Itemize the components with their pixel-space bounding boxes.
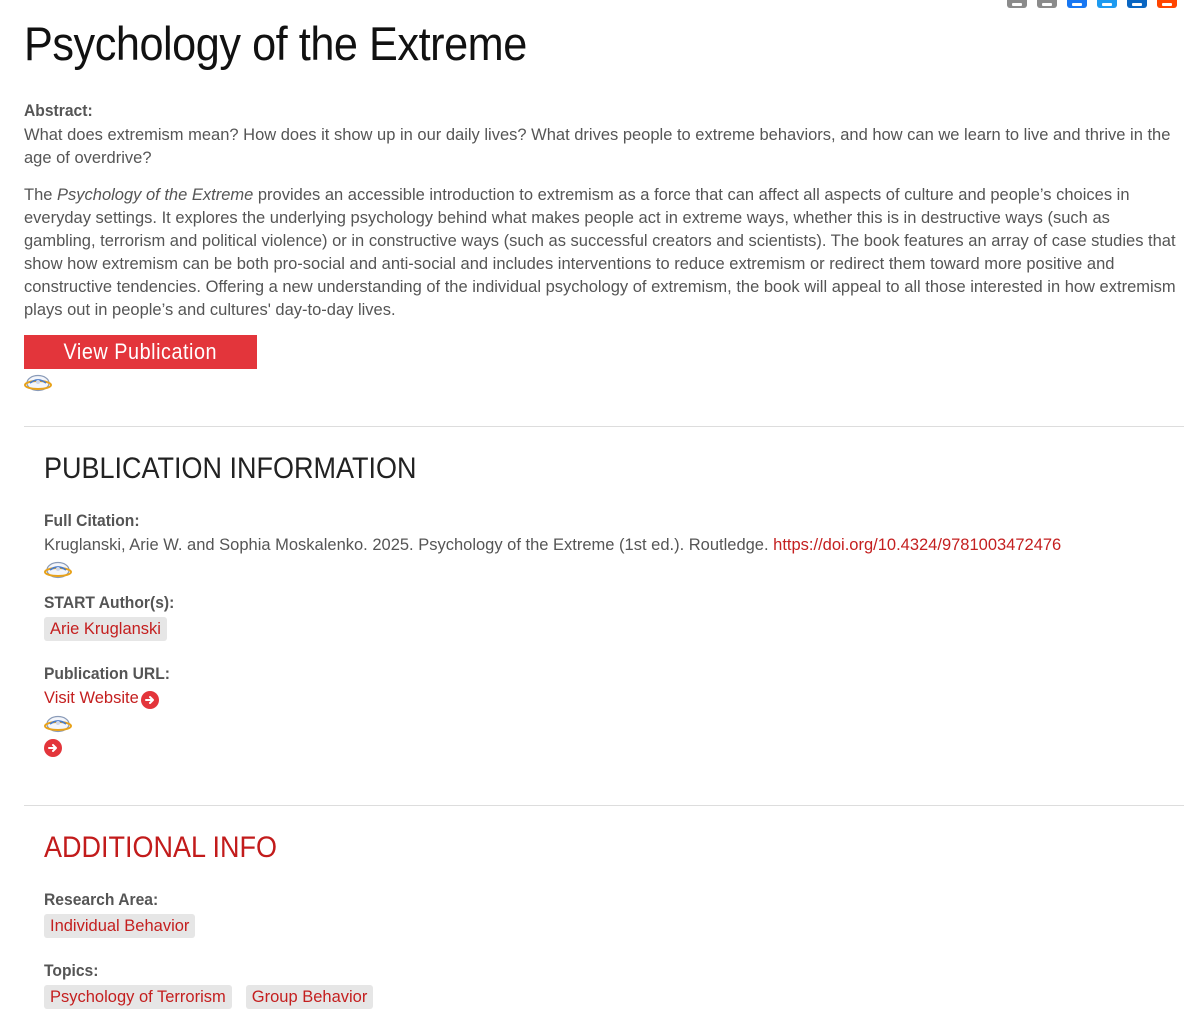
abstract-paragraph-2-prefix: The <box>24 186 58 204</box>
abstract-book-title: Psychology of the Extreme <box>57 186 254 204</box>
publication-url: Visit Website <box>44 687 1174 710</box>
browser-icon <box>24 373 1179 393</box>
publication-info-section: PUBLICATION INFORMATION Full Citation: K… <box>44 452 1174 757</box>
view-publication-label: View Publication <box>63 339 218 364</box>
print-icon[interactable] <box>1007 0 1027 8</box>
abstract-label: Abstract: <box>24 101 93 120</box>
facebook-icon[interactable] <box>1067 0 1087 8</box>
research-area-tag[interactable]: Individual Behavior <box>44 914 196 938</box>
full-citation: Kruglanski, Arie W. and Sophia Moskalenk… <box>44 534 1174 557</box>
authors-list: Arie Kruglanski <box>44 617 1174 641</box>
abstract-paragraph-2-body: provides an accessible introduction to e… <box>24 186 1176 319</box>
citation-text: Kruglanski, Arie W. and Sophia Moskalenk… <box>44 536 774 554</box>
divider <box>24 805 1184 806</box>
publication-info-heading: PUBLICATION INFORMATION <box>44 452 417 485</box>
research-area-list: Individual Behavior <box>44 914 1174 938</box>
topic-tag[interactable]: Psychology of Terrorism <box>44 985 232 1009</box>
topic-tag[interactable]: Group Behavior <box>245 985 374 1009</box>
additional-info-heading: ADDITIONAL INFO <box>44 831 278 864</box>
additional-info-section: ADDITIONAL INFO Research Area: Individua… <box>44 831 1174 1009</box>
page-title: Psychology of the Extreme <box>24 17 527 70</box>
reddit-icon[interactable] <box>1157 0 1177 8</box>
abstract-paragraph-1: What does extremism mean? How does it sh… <box>24 126 1171 167</box>
browser-icon <box>44 714 1174 734</box>
twitter-icon[interactable] <box>1097 0 1117 8</box>
abstract-section: Abstract: What does extremism mean? How … <box>24 100 1179 393</box>
topics-label: Topics: <box>44 961 99 980</box>
authors-label: START Author(s): <box>44 593 175 612</box>
research-area-label: Research Area: <box>44 890 159 909</box>
view-publication-button[interactable]: View Publication <box>24 335 257 369</box>
linkedin-icon[interactable] <box>1127 0 1147 8</box>
browser-icon <box>44 560 1174 580</box>
full-citation-label: Full Citation: <box>44 511 140 530</box>
abstract-paragraph-2: The Psychology of the Extreme provides a… <box>24 184 1179 322</box>
arrow-right-icon[interactable] <box>44 739 62 757</box>
publication-url-label: Publication URL: <box>44 664 170 683</box>
doi-link[interactable]: https://doi.org/10.4324/9781003472476 <box>773 536 1061 554</box>
arrow-right-icon[interactable] <box>140 691 159 709</box>
topics-list: Psychology of Terrorism Group Behavior <box>44 985 1174 1009</box>
share-toolbar <box>1007 0 1177 8</box>
divider <box>24 426 1184 427</box>
author-tag[interactable]: Arie Kruglanski <box>44 617 167 641</box>
visit-website-link[interactable]: Visit Website <box>44 689 139 707</box>
email-icon[interactable] <box>1037 0 1057 8</box>
